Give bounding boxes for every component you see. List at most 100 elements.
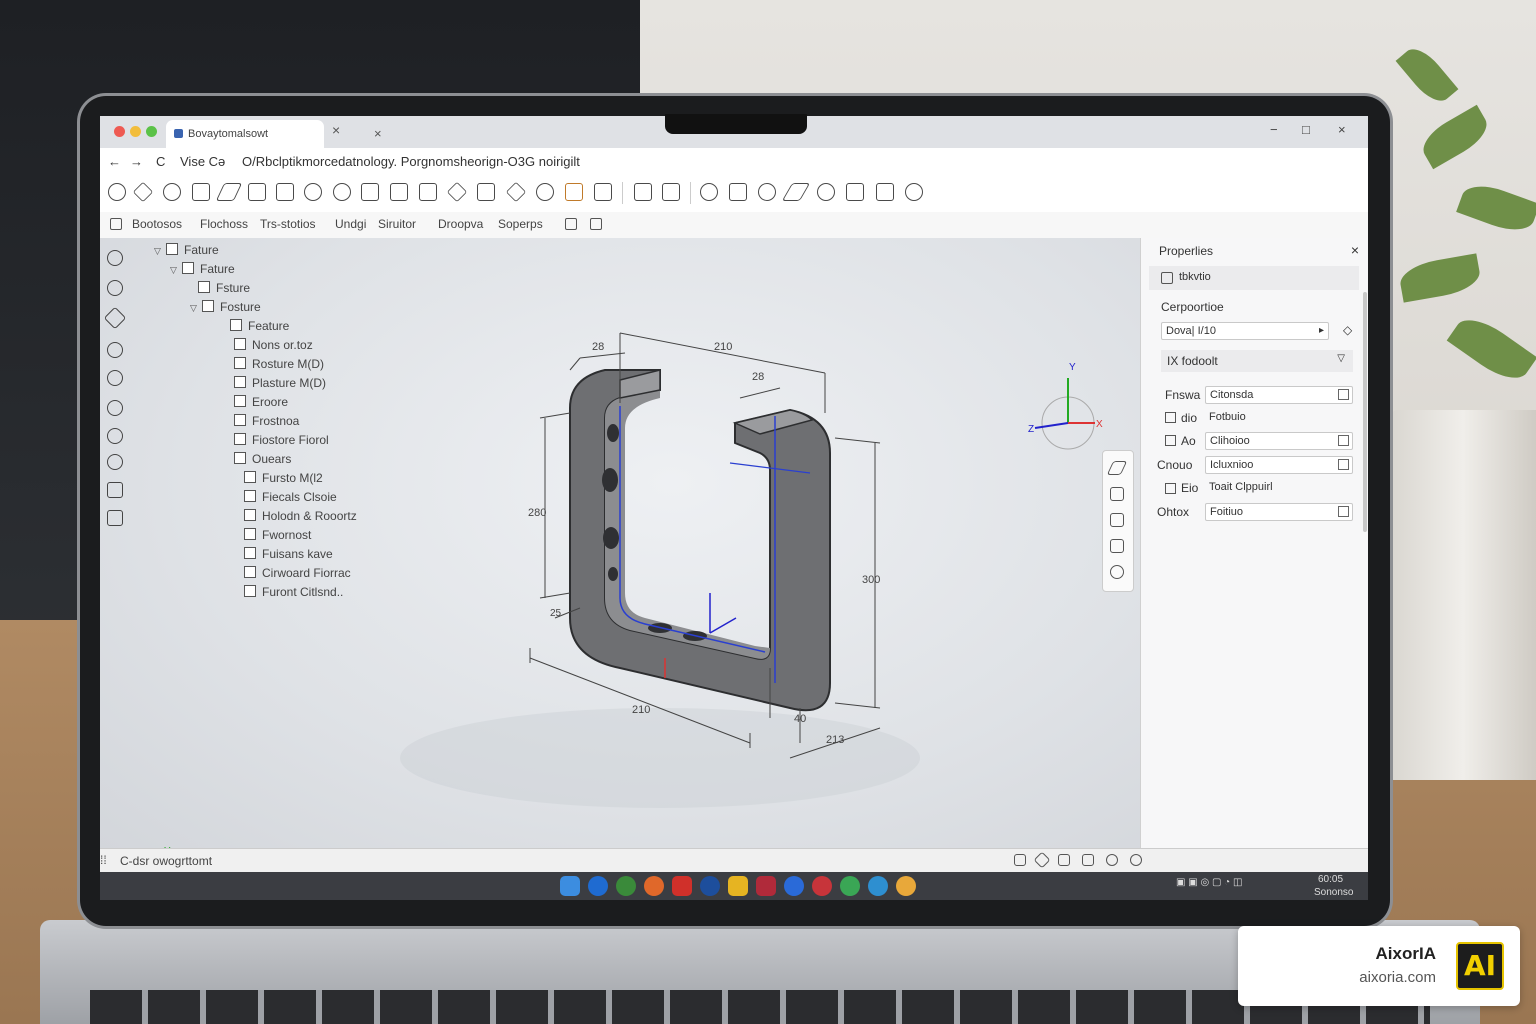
measure-icon[interactable] bbox=[781, 183, 811, 201]
dropdown-icon[interactable] bbox=[1338, 389, 1349, 400]
expand-icon[interactable]: ▽ bbox=[190, 300, 202, 316]
files-icon[interactable] bbox=[728, 876, 748, 896]
tree-item[interactable]: Feature bbox=[230, 318, 289, 334]
paint-icon[interactable] bbox=[107, 370, 123, 386]
inspect-icon[interactable] bbox=[536, 183, 554, 201]
print-icon[interactable] bbox=[390, 183, 408, 201]
window-maximize-button[interactable]: □ bbox=[1302, 122, 1310, 137]
window-close-button[interactable]: × bbox=[1338, 122, 1346, 137]
window-icon[interactable] bbox=[419, 183, 437, 201]
new-tab-icon[interactable]: × bbox=[332, 122, 340, 138]
browser-icon[interactable] bbox=[644, 876, 664, 896]
chat-icon[interactable] bbox=[700, 876, 720, 896]
tree-item[interactable]: Fuisans kave bbox=[244, 546, 333, 562]
fillet-icon[interactable] bbox=[446, 181, 468, 203]
tree-item[interactable]: Frostnoa bbox=[234, 413, 299, 429]
menu-item[interactable]: Undgi bbox=[335, 217, 366, 231]
messages-icon[interactable] bbox=[616, 876, 636, 896]
chevron-right-icon[interactable]: ▸ bbox=[1319, 323, 1324, 339]
clock-icon[interactable] bbox=[107, 280, 123, 296]
find-icon[interactable] bbox=[107, 454, 123, 470]
tray-icons[interactable]: ▣ ▣ ◎ ▢ ◔ ◫ bbox=[1176, 877, 1242, 888]
tree-item[interactable]: Holodn & Rooortz bbox=[244, 508, 357, 524]
tree-item[interactable]: Cirwoard Fiorrac bbox=[244, 565, 351, 581]
note-icon[interactable] bbox=[594, 183, 612, 201]
url-field[interactable]: O/Rbclptikmorcedatnology. Porgnomsheorig… bbox=[242, 154, 580, 169]
menu-item[interactable]: Soperps bbox=[498, 217, 543, 231]
tree-item[interactable]: Fwornost bbox=[244, 527, 311, 543]
pencil-icon[interactable] bbox=[1106, 461, 1128, 475]
dropdown-icon[interactable] bbox=[1338, 435, 1349, 446]
menu-item[interactable]: Bootosos bbox=[132, 217, 182, 231]
user-icon[interactable] bbox=[905, 183, 923, 201]
tree-item[interactable]: Nons or.toz bbox=[234, 337, 313, 353]
window-minimize-button[interactable]: − bbox=[1270, 122, 1278, 137]
grid-icon[interactable]: ⁞⁞ bbox=[100, 853, 107, 867]
expand-icon[interactable]: ▽ bbox=[170, 262, 182, 278]
calendar-icon[interactable] bbox=[756, 876, 776, 896]
crop-icon[interactable] bbox=[107, 428, 123, 444]
zoom-in-icon[interactable] bbox=[107, 342, 123, 358]
layout-icon[interactable] bbox=[565, 218, 577, 230]
pan-icon[interactable] bbox=[108, 183, 126, 201]
minimize-dot[interactable] bbox=[130, 126, 141, 137]
expand-box-icon[interactable] bbox=[1165, 435, 1176, 446]
menu-item[interactable]: Flochoss bbox=[200, 217, 248, 231]
phone-icon[interactable] bbox=[588, 876, 608, 896]
tree-item[interactable]: Ouears bbox=[234, 451, 291, 467]
property-field[interactable]: Citonsda bbox=[1205, 386, 1353, 404]
dropdown-icon[interactable] bbox=[1338, 506, 1349, 517]
history-icon[interactable] bbox=[700, 183, 718, 201]
menu-item[interactable]: Trs-stotios bbox=[260, 217, 316, 231]
dropdown-select[interactable]: Dova| I/10 ▸ bbox=[1161, 322, 1329, 340]
stack-icon[interactable] bbox=[107, 510, 123, 526]
tree-item[interactable]: Eroore bbox=[234, 394, 288, 410]
image-icon[interactable] bbox=[1058, 854, 1070, 866]
chevron-down-icon[interactable]: ▽ bbox=[1337, 353, 1345, 364]
select-icon[interactable] bbox=[132, 181, 154, 203]
chrome-icon[interactable] bbox=[840, 876, 860, 896]
tree-item[interactable]: Fursto M(l2 bbox=[244, 470, 323, 486]
dropdown-icon[interactable] bbox=[1338, 459, 1349, 470]
menu-item[interactable]: Siruitor bbox=[378, 217, 416, 231]
zoom-icon[interactable] bbox=[163, 183, 181, 201]
tree-item[interactable]: ▽ Fosture bbox=[190, 299, 261, 315]
scrollbar[interactable] bbox=[1363, 292, 1367, 532]
tab-close-icon[interactable]: × bbox=[374, 120, 382, 148]
magnify-icon[interactable] bbox=[333, 183, 351, 201]
image-icon[interactable] bbox=[565, 183, 583, 201]
property-field[interactable]: Foitiuo bbox=[1205, 503, 1353, 521]
tree-item[interactable]: ▽ Fature bbox=[154, 242, 219, 258]
extrude-icon[interactable] bbox=[361, 183, 379, 201]
save-icon[interactable] bbox=[846, 183, 864, 201]
target-icon[interactable] bbox=[812, 876, 832, 896]
tree-item[interactable]: ▽ Fature bbox=[170, 261, 235, 277]
group-header[interactable]: IX fodoolt ▽ bbox=[1161, 350, 1353, 372]
shape-icon[interactable] bbox=[817, 183, 835, 201]
drawing-icon[interactable] bbox=[662, 183, 680, 201]
sketch-icon[interactable] bbox=[192, 183, 210, 201]
section-icon[interactable] bbox=[1110, 539, 1124, 553]
safari-icon[interactable] bbox=[868, 876, 888, 896]
expand-box-icon[interactable] bbox=[1165, 483, 1176, 494]
rotate-icon[interactable] bbox=[505, 181, 527, 203]
export-icon[interactable] bbox=[876, 183, 894, 201]
info-icon[interactable] bbox=[1106, 854, 1118, 866]
view-icon[interactable] bbox=[1110, 487, 1124, 501]
camera-icon[interactable] bbox=[784, 876, 804, 896]
menu-item[interactable]: Droopva bbox=[438, 217, 483, 231]
close-icon[interactable]: × bbox=[1351, 242, 1359, 258]
panel-icon[interactable] bbox=[590, 218, 602, 230]
fit-icon[interactable] bbox=[1014, 854, 1026, 866]
section-header[interactable]: tbkvtio bbox=[1149, 266, 1359, 290]
line-icon[interactable] bbox=[215, 183, 243, 201]
property-field[interactable]: Icluxnioo bbox=[1205, 456, 1353, 474]
tree-item[interactable]: Fiecals Clsoie bbox=[244, 489, 337, 505]
pin-icon[interactable]: ◇ bbox=[1343, 323, 1352, 337]
layers-icon[interactable] bbox=[1110, 513, 1124, 527]
forward-button[interactable]: → bbox=[130, 154, 143, 169]
file-icon[interactable] bbox=[276, 183, 294, 201]
property-field[interactable]: Clihoioo bbox=[1205, 432, 1353, 450]
tree-item[interactable]: Fsture bbox=[198, 280, 250, 296]
snap-icon[interactable] bbox=[1033, 851, 1051, 869]
